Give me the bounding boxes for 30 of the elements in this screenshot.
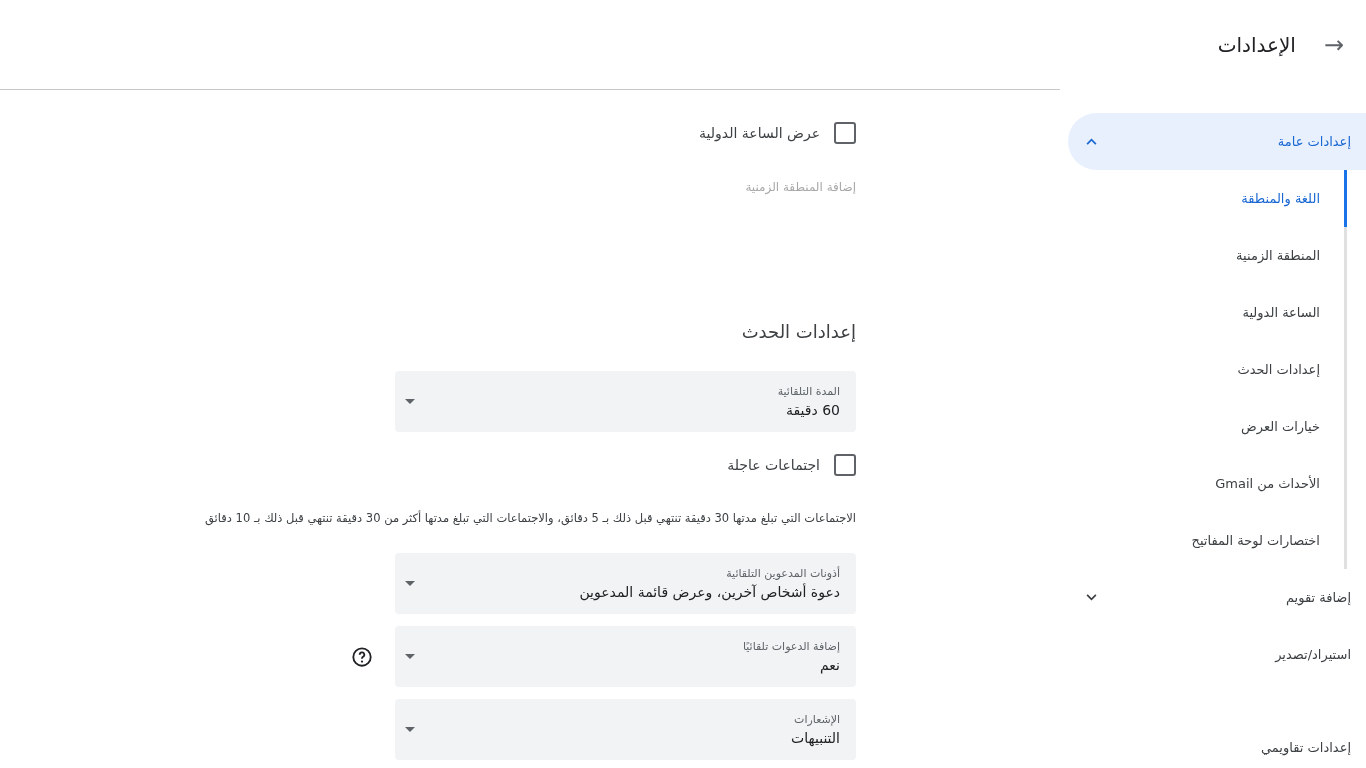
checkbox[interactable] [834, 122, 856, 144]
sidebar-subitem[interactable]: خيارات العرض [1068, 398, 1347, 455]
caret-icon [405, 399, 415, 404]
caret-icon [405, 654, 415, 660]
checkbox[interactable] [834, 454, 856, 476]
caret-icon [405, 727, 415, 733]
dropdown-field[interactable]: إضافة الدعوات تلقائيًا نعم [395, 626, 856, 688]
sidebar-subitem[interactable]: إعدادات الحدث [1068, 341, 1347, 398]
description-text: الاجتماعات التي تبلغ مدتها 30 دقيقة تنتهي قبل ذلك بـ 5 دقائق، والاجتماعات التي تبلغ مدتها أكثر من 30 دقيقة تنتهي قبل ذلك بـ 10 دقائق [205, 510, 856, 528]
checkbox-label: عرض الساعة الدولية [699, 123, 820, 144]
sidebar-subitem[interactable]: الأحداث من Gmail [1068, 455, 1347, 512]
sidebar-item[interactable]: استيراد/تصدير [1068, 626, 1366, 683]
help-icon[interactable] [351, 645, 373, 668]
sidebar-subitem[interactable]: المنطقة الزمنية [1068, 227, 1347, 284]
dropdown-field[interactable]: الإشعارات التنبيهات [395, 699, 856, 761]
chevron-up-icon [1086, 138, 1097, 145]
chevron-down-icon [1086, 594, 1097, 601]
section-heading: إعدادات الحدث [741, 320, 856, 344]
sidebar-item[interactable]: إضافة تقويم [1068, 569, 1366, 626]
sidebar-item[interactable]: إعدادات تقاويمي [1068, 719, 1366, 768]
caret-icon [405, 581, 415, 587]
sidebar-subitem[interactable]: اختصارات لوحة المفاتيح [1068, 512, 1347, 569]
dropdown-field[interactable]: أذونات المدعوين التلقائية دعوة أشخاص آخرين، وعرض قائمة المدعوين [395, 553, 856, 615]
sidebar-subitem[interactable]: اللغة والمنطقة [1068, 170, 1347, 227]
sidebar-item[interactable]: إعدادات عامة [1068, 113, 1366, 170]
sidebar-subitem[interactable]: الساعة الدولية [1068, 284, 1347, 341]
checkbox-label: اجتماعات عاجلة [727, 455, 820, 475]
dropdown-field[interactable]: المدة التلقائية 60 دقيقة [395, 371, 856, 432]
back-button[interactable]: → [1323, 33, 1344, 57]
page-title: الإعدادات [1217, 32, 1296, 59]
